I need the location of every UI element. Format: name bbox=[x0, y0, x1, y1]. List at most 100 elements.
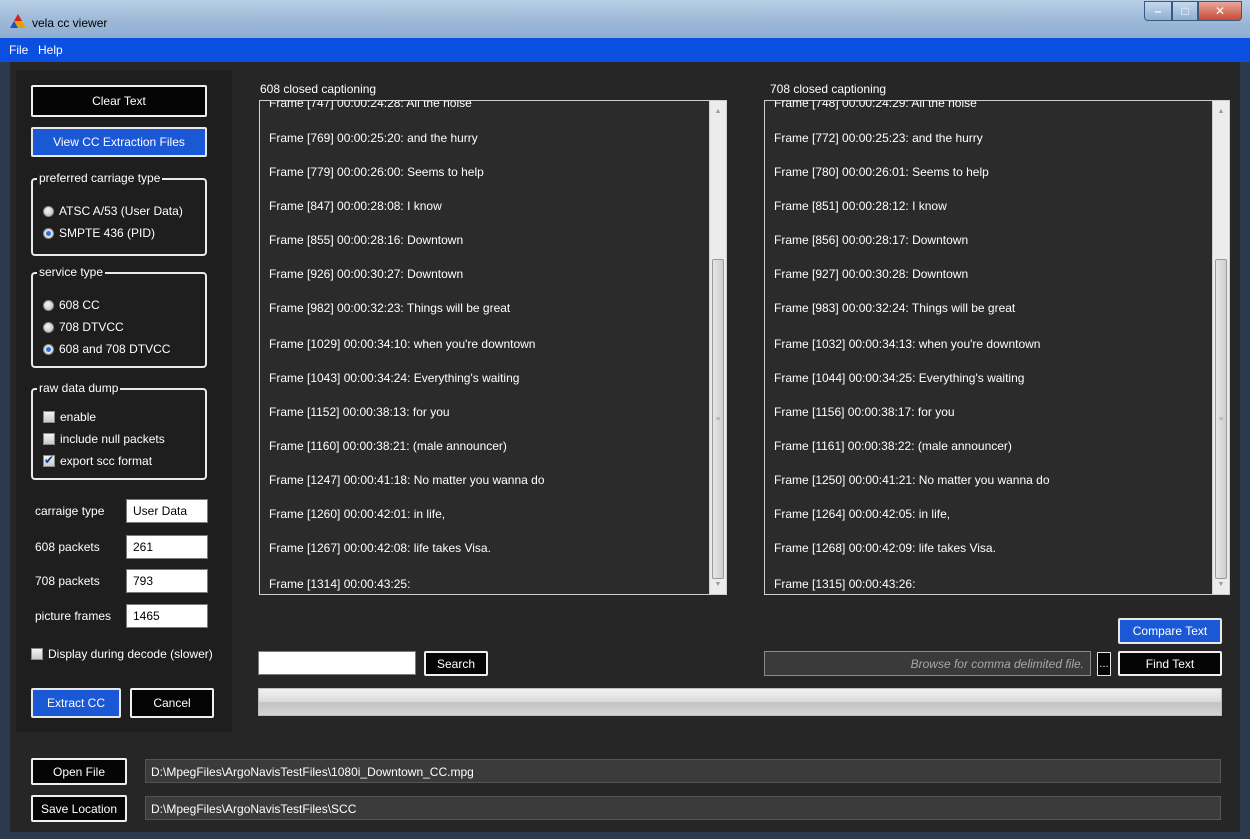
carraige-type-label: carraige type bbox=[35, 504, 105, 518]
cancel-button[interactable]: Cancel bbox=[130, 688, 214, 718]
list-item: Frame [1156] 00:00:38:17: for you bbox=[774, 405, 955, 419]
find-text-button[interactable]: Find Text bbox=[1118, 651, 1222, 676]
search-button[interactable]: Search bbox=[424, 651, 488, 676]
list-item: Frame [1268] 00:00:42:09: life takes Vis… bbox=[774, 541, 996, 555]
browse-button[interactable]: ... bbox=[1097, 652, 1111, 676]
radio-608-cc[interactable]: 608 CC bbox=[43, 298, 100, 312]
radio-708-indicator[interactable] bbox=[43, 321, 54, 333]
checkbox-null-label: include null packets bbox=[60, 432, 165, 446]
compare-text-button[interactable]: Compare Text bbox=[1118, 618, 1222, 644]
service-type-group-label: service type bbox=[37, 265, 106, 279]
maximize-icon: □ bbox=[1181, 4, 1189, 18]
checkbox-display-label: Display during decode (slower) bbox=[48, 647, 213, 661]
scroll-grip-icon: ≡ bbox=[715, 415, 721, 423]
checkbox-include-null-packets[interactable]: include null packets bbox=[43, 432, 165, 446]
list-item: Frame [769] 00:00:25:20: and the hurry bbox=[269, 131, 478, 145]
list-item: Frame [1314] 00:00:43:25: bbox=[269, 577, 411, 591]
list-item: Frame [851] 00:00:28:12: I know bbox=[774, 199, 947, 213]
caption-708-title: 708 closed captioning bbox=[770, 82, 887, 96]
close-icon: ✕ bbox=[1214, 4, 1226, 18]
caption-708-scrollbar[interactable]: ▲ ≡ ▼ bbox=[1212, 101, 1229, 594]
radio-708-dtvcc[interactable]: 708 DTVCC bbox=[43, 320, 124, 334]
carriage-type-group: preferred carriage type ATSC A/53 (User … bbox=[31, 171, 207, 256]
find-file-input[interactable]: Browse for comma delimited file. bbox=[764, 651, 1091, 676]
scroll-down-icon[interactable]: ▼ bbox=[710, 576, 726, 592]
clear-text-button[interactable]: Clear Text bbox=[31, 85, 207, 117]
checkbox-export-scc[interactable]: export scc format bbox=[43, 453, 153, 468]
radio-608-708-indicator[interactable] bbox=[43, 343, 54, 355]
open-file-button[interactable]: Open File bbox=[31, 758, 127, 785]
caption-608-scrollbar[interactable]: ▲ ≡ ▼ bbox=[709, 101, 726, 594]
window-title: vela cc viewer bbox=[32, 16, 108, 30]
list-item: Frame [748] 00:00:24:29: All the noise bbox=[774, 100, 977, 110]
save-location-button[interactable]: Save Location bbox=[31, 795, 127, 822]
list-item: Frame [1260] 00:00:42:01: in life, bbox=[269, 507, 446, 521]
save-location-path: D:\MpegFiles\ArgoNavisTestFiles\SCC bbox=[145, 796, 1221, 820]
close-button[interactable]: ✕ bbox=[1198, 1, 1242, 21]
checkbox-enable-box[interactable] bbox=[43, 411, 55, 423]
list-item: Frame [926] 00:00:30:27: Downtown bbox=[269, 267, 464, 281]
list-item: Frame [779] 00:00:26:00: Seems to help bbox=[269, 165, 484, 179]
raw-data-dump-group-label: raw data dump bbox=[37, 381, 121, 395]
checkbox-enable[interactable]: enable bbox=[43, 410, 96, 424]
scroll-down-icon[interactable]: ▼ bbox=[1213, 576, 1229, 592]
radio-608-708-label: 608 and 708 DTVCC bbox=[59, 342, 171, 356]
list-item: Frame [1315] 00:00:43:26: bbox=[774, 577, 916, 591]
caption-708-list[interactable]: Frame [748] 00:00:24:29: All the noise F… bbox=[764, 100, 1230, 595]
minimize-button[interactable]: – bbox=[1144, 1, 1172, 21]
title-bar: vela cc viewer – □ ✕ bbox=[0, 0, 1250, 38]
radio-608-label: 608 CC bbox=[59, 298, 100, 312]
list-item: Frame [747] 00:00:24:28: All the noise bbox=[269, 100, 472, 110]
scroll-grip-icon: ≡ bbox=[1218, 415, 1224, 423]
list-item: Frame [1032] 00:00:34:13: when you're do… bbox=[774, 337, 1041, 351]
checkbox-display-box[interactable] bbox=[31, 648, 43, 660]
list-item: Frame [1029] 00:00:34:10: when you're do… bbox=[269, 337, 536, 351]
app-logo-icon bbox=[10, 14, 26, 28]
radio-608-indicator[interactable] bbox=[43, 299, 54, 311]
list-item: Frame [982] 00:00:32:23: Things will be … bbox=[269, 301, 511, 315]
list-item: Frame [1152] 00:00:38:13: for you bbox=[269, 405, 450, 419]
list-item: Frame [1043] 00:00:34:24: Everything's w… bbox=[269, 371, 520, 385]
extract-cc-button[interactable]: Extract CC bbox=[31, 688, 121, 718]
menu-help[interactable]: Help bbox=[38, 43, 63, 57]
list-item: Frame [983] 00:00:32:24: Things will be … bbox=[774, 301, 1016, 315]
radio-atsc[interactable]: ATSC A/53 (User Data) bbox=[43, 204, 183, 218]
packets-708-label: 708 packets bbox=[35, 574, 100, 588]
open-file-path: D:\MpegFiles\ArgoNavisTestFiles\1080i_Do… bbox=[145, 759, 1221, 783]
view-cc-extraction-files-button[interactable]: View CC Extraction Files bbox=[31, 127, 207, 157]
list-item: Frame [1250] 00:00:41:21: No matter you … bbox=[774, 473, 1050, 487]
radio-smpte-label: SMPTE 436 (PID) bbox=[59, 226, 156, 240]
checkbox-display-during-decode[interactable]: Display during decode (slower) bbox=[31, 647, 213, 661]
radio-smpte[interactable]: SMPTE 436 (PID) bbox=[43, 226, 155, 240]
search-input[interactable] bbox=[258, 651, 416, 675]
picture-frames-label: picture frames bbox=[35, 609, 112, 623]
list-item: Frame [847] 00:00:28:08: I know bbox=[269, 199, 442, 213]
maximize-button[interactable]: □ bbox=[1172, 1, 1198, 21]
list-item: Frame [1161] 00:00:38:22: (male announce… bbox=[774, 439, 1012, 453]
caption-608-title: 608 closed captioning bbox=[260, 82, 377, 96]
radio-608-and-708[interactable]: 608 and 708 DTVCC bbox=[43, 342, 170, 356]
list-item: Frame [1247] 00:00:41:18: No matter you … bbox=[269, 473, 545, 487]
menu-bar: File Help bbox=[0, 38, 1250, 62]
radio-atsc-label: ATSC A/53 (User Data) bbox=[59, 204, 183, 218]
list-item: Frame [1160] 00:00:38:21: (male announce… bbox=[269, 439, 507, 453]
menu-file[interactable]: File bbox=[9, 43, 28, 57]
checkbox-scc-label: export scc format bbox=[60, 454, 153, 468]
list-item: Frame [927] 00:00:30:28: Downtown bbox=[774, 267, 969, 281]
radio-smpte-indicator[interactable] bbox=[43, 227, 54, 239]
scroll-up-icon[interactable]: ▲ bbox=[710, 103, 726, 119]
list-item: Frame [1267] 00:00:42:08: life takes Vis… bbox=[269, 541, 491, 555]
picture-frames-field: 1465 bbox=[126, 604, 208, 628]
packets-708-field: 793 bbox=[126, 569, 208, 593]
caption-608-list[interactable]: Frame [747] 00:00:24:28: All the noise F… bbox=[259, 100, 727, 595]
carriage-type-group-label: preferred carriage type bbox=[37, 171, 163, 185]
list-item: Frame [772] 00:00:25:23: and the hurry bbox=[774, 131, 983, 145]
list-item: Frame [856] 00:00:28:17: Downtown bbox=[774, 233, 969, 247]
scroll-up-icon[interactable]: ▲ bbox=[1213, 103, 1229, 119]
checkbox-enable-label: enable bbox=[60, 410, 97, 424]
checkbox-null-box[interactable] bbox=[43, 433, 55, 445]
carraige-type-field: User Data bbox=[126, 499, 208, 523]
checkbox-scc-box[interactable] bbox=[43, 453, 55, 467]
progress-bar bbox=[258, 688, 1222, 716]
radio-atsc-indicator[interactable] bbox=[43, 205, 54, 217]
